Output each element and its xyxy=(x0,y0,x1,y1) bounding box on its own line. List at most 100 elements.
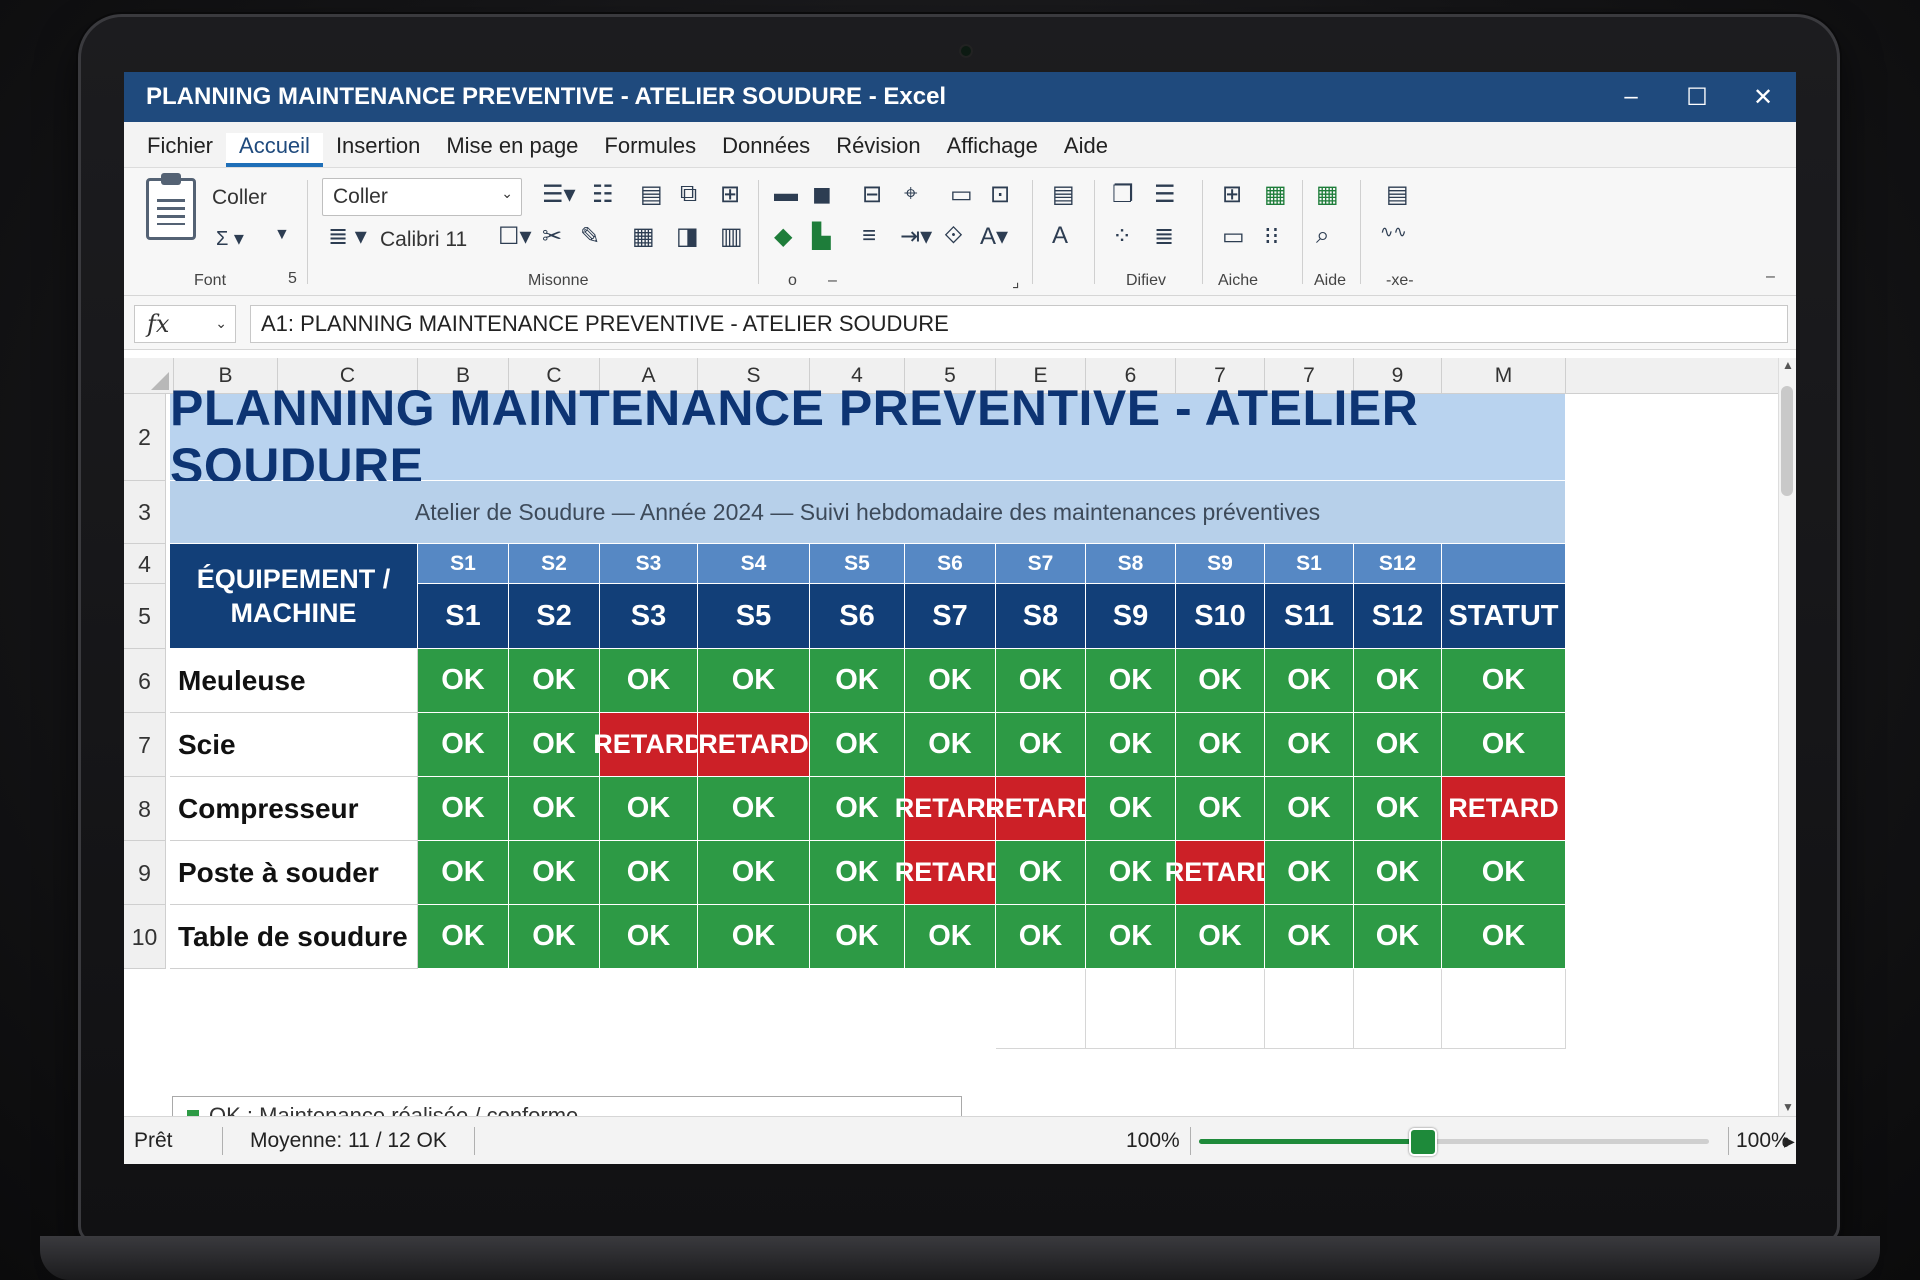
week-top-header[interactable]: S1 xyxy=(418,544,509,584)
week-header[interactable]: S8 xyxy=(996,584,1086,649)
status-cell-ok[interactable]: OK xyxy=(996,649,1086,713)
status-cell-ok[interactable]: OK xyxy=(509,905,600,969)
status-cell-ok[interactable]: OK xyxy=(600,649,698,713)
grid-icon[interactable]: ⁝⁝ xyxy=(1264,222,1279,251)
status-cell-ok[interactable]: OK xyxy=(418,841,509,905)
insert-rows-icon[interactable]: ⊟ xyxy=(862,180,882,209)
note-icon[interactable]: ▥ xyxy=(720,222,743,251)
status-cell-ok[interactable]: OK xyxy=(418,777,509,841)
week-top-header[interactable]: S4 xyxy=(698,544,810,584)
minimize-button[interactable]: – xyxy=(1598,83,1664,111)
merge-icon[interactable]: ⧉ xyxy=(680,180,697,208)
pen-icon[interactable]: ✎ xyxy=(580,222,600,251)
row-header[interactable]: 5 xyxy=(124,584,166,649)
status-cell-ok[interactable]: OK xyxy=(1354,777,1442,841)
row-header[interactable]: 3 xyxy=(124,481,166,544)
menu-item-insertion[interactable]: Insertion xyxy=(323,133,433,167)
indent-icon[interactable]: ⇥▾ xyxy=(900,222,932,251)
menu-item-formules[interactable]: Formules xyxy=(591,133,709,167)
status-cell-retard[interactable]: RETARD xyxy=(698,713,810,777)
status-cell-ok[interactable]: OK xyxy=(1442,713,1566,777)
wrap-text-icon[interactable]: ▤ xyxy=(640,180,663,209)
status-cell-retard[interactable]: RETARD xyxy=(985,777,1096,841)
frame-icon[interactable]: ▭ xyxy=(1222,222,1245,251)
week-header[interactable]: S9 xyxy=(1086,584,1176,649)
menu-item-fichier[interactable]: Fichier xyxy=(134,133,226,167)
status-cell-ok[interactable]: OK xyxy=(1265,649,1354,713)
week-top-header[interactable]: S2 xyxy=(509,544,600,584)
equipment-name[interactable]: Poste à souder xyxy=(170,841,418,905)
search-doc-icon[interactable]: ⌕ xyxy=(1316,222,1329,250)
report-icon[interactable]: ▤ xyxy=(1386,180,1409,209)
record-icon[interactable]: ◼ xyxy=(812,180,832,209)
row-header[interactable]: 9 xyxy=(124,841,166,905)
zoom-percent-right[interactable]: 100% xyxy=(1736,1129,1790,1153)
name-box[interactable]: fx ⌄ xyxy=(134,305,236,343)
cells-icon[interactable]: ▭ xyxy=(950,180,973,209)
week-top-header[interactable] xyxy=(1442,544,1566,584)
status-cell-ok[interactable]: OK xyxy=(1265,905,1354,969)
numbered-list-icon[interactable]: ☷ xyxy=(592,180,614,209)
scroll-thumb[interactable] xyxy=(1781,386,1793,496)
menu-item-affichage[interactable]: Affichage xyxy=(934,133,1051,167)
select-all-corner[interactable] xyxy=(124,358,174,394)
filter-icon[interactable]: ▙ xyxy=(812,222,830,251)
menu-item-donn-es[interactable]: Données xyxy=(709,133,823,167)
week-header[interactable]: S11 xyxy=(1265,584,1354,649)
week-header[interactable]: S10 xyxy=(1176,584,1265,649)
status-cell-ok[interactable]: OK xyxy=(1442,841,1566,905)
dots-icon[interactable]: ⁘ xyxy=(1112,222,1132,251)
status-cell-ok[interactable]: OK xyxy=(1265,713,1354,777)
empty-cell[interactable] xyxy=(1176,969,1265,1049)
status-cell-ok[interactable]: OK xyxy=(905,713,996,777)
status-cell-ok[interactable]: OK xyxy=(418,649,509,713)
font-color-icon[interactable]: A▾ xyxy=(980,222,1008,251)
status-cell-ok[interactable]: OK xyxy=(1442,905,1566,969)
formula-input[interactable]: A1: PLANNING MAINTENANCE PREVENTIVE - AT… xyxy=(250,305,1788,343)
status-cell-ok[interactable]: OK xyxy=(1176,777,1265,841)
format-cells-icon[interactable]: ⟐ xyxy=(944,222,963,250)
row-header[interactable]: 6 xyxy=(124,649,166,713)
copy-icon[interactable]: ❐ xyxy=(1112,180,1134,209)
format-icon[interactable]: ⊞ xyxy=(720,180,740,209)
status-cell-ok[interactable]: OK xyxy=(418,905,509,969)
week-top-header[interactable]: S6 xyxy=(905,544,996,584)
menu-item-mise-en-page[interactable]: Mise en page xyxy=(433,133,591,167)
status-cell-ok[interactable]: OK xyxy=(600,905,698,969)
chevron-down-icon[interactable]: ▼ xyxy=(274,226,290,244)
status-cell-ok[interactable]: OK xyxy=(1086,777,1176,841)
sheet-icon[interactable]: ⊡ xyxy=(990,180,1010,209)
menu-item-r-vision[interactable]: Révision xyxy=(823,133,933,167)
document-icon[interactable]: ▤ xyxy=(1052,180,1075,209)
row-header[interactable]: 10 xyxy=(124,905,166,969)
scissor-icon[interactable]: ⌖ xyxy=(904,180,918,208)
clipboard-icon[interactable] xyxy=(146,173,196,240)
week-top-header[interactable]: S3 xyxy=(600,544,698,584)
status-cell-ok[interactable]: OK xyxy=(1265,841,1354,905)
row-header[interactable]: 7 xyxy=(124,713,166,777)
status-cell-ok[interactable]: OK xyxy=(1086,841,1176,905)
week-header[interactable]: S3 xyxy=(600,584,698,649)
status-cell-ok[interactable]: OK xyxy=(810,777,905,841)
empty-cell[interactable] xyxy=(1354,969,1442,1049)
status-cell-ok[interactable]: OK xyxy=(1354,713,1442,777)
equipment-name[interactable]: Meuleuse xyxy=(170,649,418,713)
align-center-icon[interactable]: ☰ xyxy=(1154,180,1176,209)
week-header[interactable]: S2 xyxy=(509,584,600,649)
empty-cell[interactable] xyxy=(1442,969,1566,1049)
scroll-down-icon[interactable]: ▼ xyxy=(1782,1100,1794,1114)
status-header[interactable]: STATUT xyxy=(1442,584,1566,649)
align-icon[interactable]: ≣ ▾ xyxy=(328,222,367,251)
status-cell-ok[interactable]: OK xyxy=(698,649,810,713)
status-cell-retard[interactable]: RETARD xyxy=(895,841,1005,905)
sum-icon[interactable]: Σ ▾ xyxy=(216,226,244,251)
sort-icon[interactable]: ◆ xyxy=(774,222,792,251)
status-cell-ok[interactable]: OK xyxy=(698,905,810,969)
status-cell-ok[interactable]: OK xyxy=(1176,905,1265,969)
status-cell-ok[interactable]: OK xyxy=(418,713,509,777)
status-cell-ok[interactable]: OK xyxy=(1176,649,1265,713)
status-cell-ok[interactable]: OK xyxy=(1086,713,1176,777)
week-header[interactable]: S5 xyxy=(698,584,810,649)
status-cell-ok[interactable]: OK xyxy=(1086,905,1176,969)
paste-label[interactable]: Coller xyxy=(212,186,267,210)
